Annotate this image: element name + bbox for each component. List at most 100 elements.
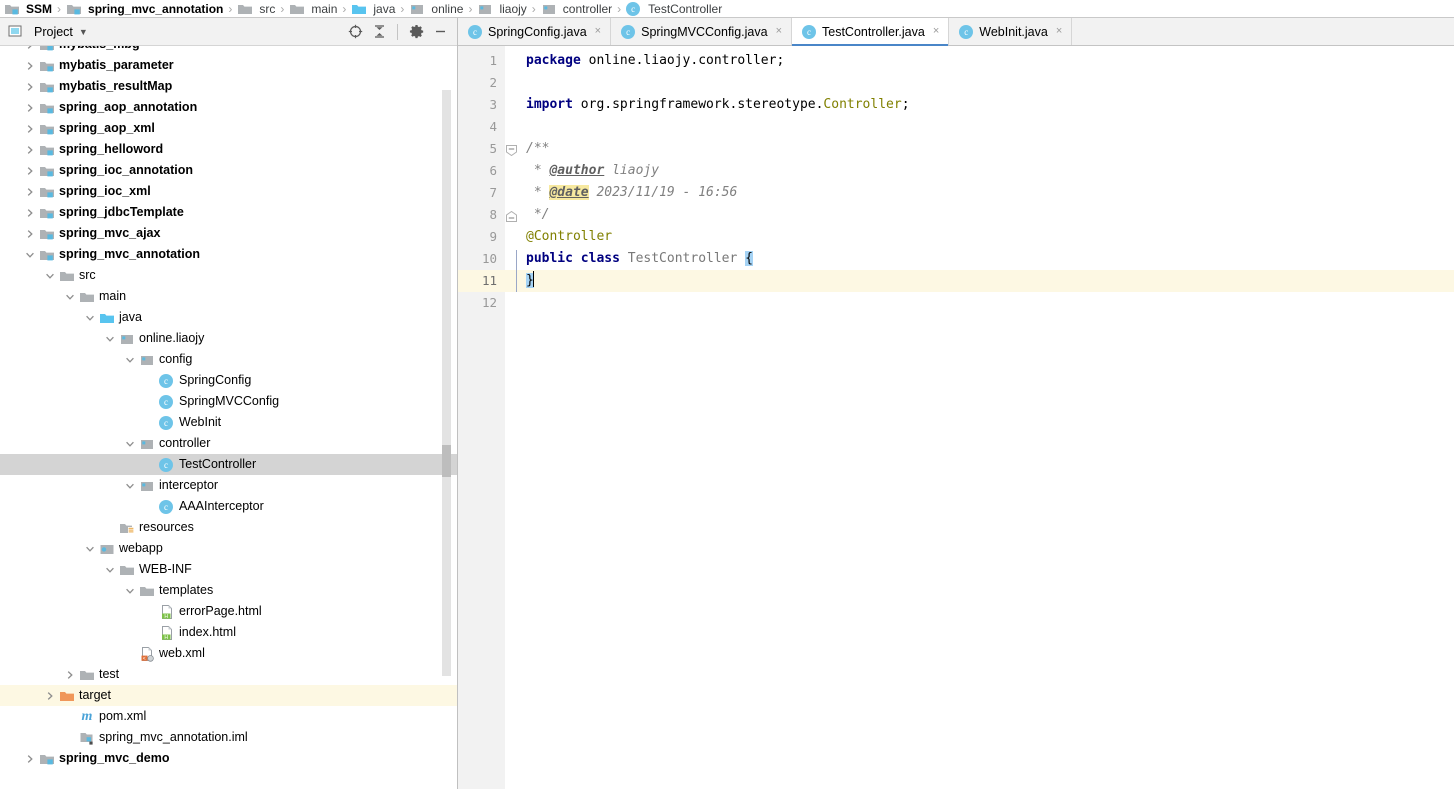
chevron-right-icon[interactable] [24,207,36,219]
select-opened-file-icon[interactable] [344,21,366,43]
tree-node-spring-jdbctemplate[interactable]: spring_jdbcTemplate [0,202,457,223]
tree-node-spring-ioc-xml[interactable]: spring_ioc_xml [0,181,457,202]
chevron-right-icon[interactable] [24,46,36,51]
tree-node-templates[interactable]: templates [0,580,457,601]
tree-node-controller[interactable]: controller [0,433,457,454]
breadcrumb-item-liaojy[interactable]: liaojy [475,0,528,17]
tree-node-spring-aop-annotation[interactable]: spring_aop_annotation [0,97,457,118]
tree-node-spring-aop-xml[interactable]: spring_aop_xml [0,118,457,139]
breadcrumb-item-controller[interactable]: controller [539,0,614,17]
chevron-down-icon[interactable] [124,480,136,492]
chevron-down-icon[interactable] [84,312,96,324]
breadcrumb-item-main[interactable]: main [287,0,339,17]
code-line[interactable]: * @author liaojy [519,160,1454,182]
code-line[interactable]: */ [519,204,1454,226]
chevron-right-icon[interactable] [24,60,36,72]
code-text-area[interactable]: package online.liaojy.controller; import … [519,46,1454,789]
code-line[interactable]: /** [519,138,1454,160]
editor-tab-springmvcconfig-java[interactable]: c SpringMVCConfig.java × [611,18,792,45]
line-number[interactable]: 7 [458,182,505,204]
code-line[interactable] [519,116,1454,138]
project-view-selector[interactable]: Project ▼ [8,24,344,40]
chevron-down-icon[interactable]: ▼ [79,27,88,37]
code-line[interactable]: public class TestController { [519,248,1454,270]
line-number[interactable]: 5 [458,138,505,160]
editor-tab-testcontroller-java[interactable]: c TestController.java × [792,18,950,46]
tree-node-spring-mvc-demo[interactable]: spring_mvc_demo [0,748,457,769]
tree-node-src[interactable]: src [0,265,457,286]
code-line[interactable] [519,292,1454,314]
code-line[interactable]: import org.springframework.stereotype.Co… [519,94,1454,116]
tree-node-target[interactable]: target [0,685,457,706]
chevron-right-icon[interactable] [24,186,36,198]
breadcrumb-item-spring-mvc-annotation[interactable]: spring_mvc_annotation [64,0,225,17]
chevron-right-icon[interactable] [24,81,36,93]
tree-node-config[interactable]: config [0,349,457,370]
line-number[interactable]: 9 [458,226,505,248]
code-line[interactable] [519,72,1454,94]
line-number[interactable]: 8 [458,204,505,226]
line-number[interactable]: 2 [458,72,505,94]
chevron-right-icon[interactable] [24,165,36,177]
chevron-right-icon[interactable] [24,102,36,114]
tree-node-spring-ioc-annotation[interactable]: spring_ioc_annotation [0,160,457,181]
tree-node-webinit[interactable]: c WebInit [0,412,457,433]
tree-node-java[interactable]: java [0,307,457,328]
chevron-down-icon[interactable] [24,249,36,261]
tree-node-mybatis-mbg[interactable]: mybatis_mbg [0,46,457,55]
tree-node-aaainterceptor[interactable]: c AAAInterceptor [0,496,457,517]
close-icon[interactable]: × [776,26,782,37]
chevron-right-icon[interactable] [24,144,36,156]
editor-tab-webinit-java[interactable]: c WebInit.java × [949,18,1073,45]
tree-node-main[interactable]: main [0,286,457,307]
project-tree-scrollbar-thumb[interactable] [442,445,451,477]
chevron-down-icon[interactable] [104,564,116,576]
tree-node-resources[interactable]: resources [0,517,457,538]
close-icon[interactable]: × [933,26,939,37]
fold-collapse-icon[interactable] [506,143,517,157]
code-line[interactable]: * @date 2023/11/19 - 16:56 [519,182,1454,204]
chevron-down-icon[interactable] [44,270,56,282]
tree-node-springconfig[interactable]: c SpringConfig [0,370,457,391]
editor-tab-springconfig-java[interactable]: c SpringConfig.java × [458,18,612,45]
line-number[interactable]: 6 [458,160,505,182]
line-number[interactable]: 11 [458,270,505,292]
tree-node-pom-xml[interactable]: m pom.xml [0,706,457,727]
chevron-right-icon[interactable] [64,669,76,681]
breadcrumb-item-online[interactable]: online [407,0,465,17]
line-number[interactable]: 10 [458,248,505,270]
chevron-down-icon[interactable] [104,333,116,345]
tree-node-spring-mvc-annotation[interactable]: spring_mvc_annotation [0,244,457,265]
chevron-right-icon[interactable] [24,228,36,240]
project-tree-scrollbar[interactable] [442,90,451,676]
chevron-right-icon[interactable] [44,690,56,702]
line-number[interactable]: 4 [458,116,505,138]
collapse-all-icon[interactable] [368,21,390,43]
chevron-down-icon[interactable] [124,438,136,450]
tree-node-spring-helloword[interactable]: spring_helloword [0,139,457,160]
code-folding-strip[interactable] [505,46,519,789]
code-line[interactable]: package online.liaojy.controller; [519,50,1454,72]
breadcrumb-item-java[interactable]: java [349,0,397,17]
chevron-down-icon[interactable] [124,585,136,597]
tree-node-test[interactable]: test [0,664,457,685]
tree-node-spring-mvc-ajax[interactable]: spring_mvc_ajax [0,223,457,244]
code-editor[interactable]: 1 2 3 4 5 6 7 8 9 10 11 12 package online.liaojy.co… [458,46,1454,789]
code-line[interactable]: } [519,270,1454,292]
breadcrumb-item-testcontroller[interactable]: c TestController [624,0,724,17]
tree-node-spring-mvc-annotation-iml[interactable]: spring_mvc_annotation.iml [0,727,457,748]
chevron-right-icon[interactable] [24,123,36,135]
hide-icon[interactable] [429,21,451,43]
line-number[interactable]: 12 [458,292,505,314]
tree-node-index-html[interactable]: Hindex.html [0,622,457,643]
line-number[interactable]: 3 [458,94,505,116]
fold-end-icon[interactable] [506,209,517,222]
tree-node-mybatis-parameter[interactable]: mybatis_parameter [0,55,457,76]
tree-node-interceptor[interactable]: interceptor [0,475,457,496]
chevron-down-icon[interactable] [64,291,76,303]
breadcrumb-item-src[interactable]: src [235,0,277,17]
close-icon[interactable]: × [595,26,601,37]
tree-node-online-liaojy[interactable]: online.liaojy [0,328,457,349]
tree-node-springmvcconfig[interactable]: c SpringMVCConfig [0,391,457,412]
tree-node-webapp[interactable]: webapp [0,538,457,559]
